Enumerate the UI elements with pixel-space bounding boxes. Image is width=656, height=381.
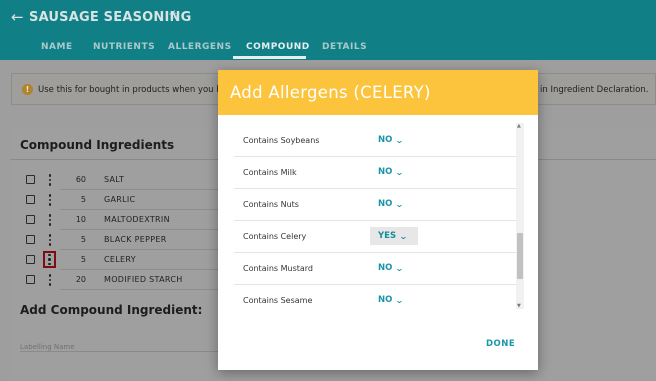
ingredient-row: 5 CELERY — [20, 250, 235, 270]
tab-compound[interactable]: COMPOUND — [246, 42, 310, 52]
ingredient-name: SALT — [104, 175, 125, 184]
chevron-down-icon: ⌄ — [395, 199, 405, 209]
ingredient-name: MALTODEXTRIN — [104, 215, 170, 224]
allergen-select[interactable]: NO ⌄ — [370, 131, 411, 149]
allergen-row-mustard: Contains Mustard NO ⌄ — [234, 253, 516, 285]
allergen-select[interactable]: NO ⌄ — [370, 291, 411, 309]
compound-ingredients-title: Compound Ingredients — [20, 138, 175, 152]
tab-allergens[interactable]: ALLERGENS — [168, 42, 232, 52]
allergen-label: Contains Mustard — [243, 264, 313, 273]
ingredient-name: BLACK PEPPER — [104, 235, 167, 244]
back-arrow-icon[interactable]: ← — [11, 9, 24, 25]
dialog-body: Contains Soybeans NO ⌄ Contains Milk NO ⌄ … — [218, 115, 538, 315]
chevron-down-icon: ⌄ — [395, 263, 405, 273]
tab-details[interactable]: DETAILS — [322, 42, 367, 52]
row-checkbox[interactable] — [26, 235, 35, 244]
allergen-label: Contains Soybeans — [243, 136, 320, 145]
allergen-label: Contains Celery — [243, 232, 307, 241]
row-menu-icon-selected[interactable] — [43, 251, 56, 268]
allergen-label: Contains Nuts — [243, 200, 299, 209]
dialog-header: Add Allergens (CELERY) — [218, 70, 538, 115]
allergen-value-text: NO — [378, 295, 393, 305]
ingredient-row: 10 MALTODEXTRIN — [20, 210, 235, 230]
add-allergens-dialog: Add Allergens (CELERY) Contains Soybeans… — [218, 70, 538, 370]
ingredient-qty: 60 — [75, 175, 86, 184]
allergen-value-text: NO — [378, 167, 393, 177]
info-icon: ! — [22, 84, 33, 95]
allergen-label: Contains Sesame — [243, 296, 313, 305]
row-menu-icon[interactable] — [45, 173, 55, 187]
row-checkbox[interactable] — [26, 175, 35, 184]
ingredient-qty: 5 — [80, 255, 86, 264]
ingredient-qty: 10 — [75, 215, 86, 224]
row-menu-icon[interactable] — [45, 213, 55, 227]
tab-name[interactable]: NAME — [41, 42, 73, 52]
scroll-up-arrow-icon[interactable]: ▲ — [517, 123, 521, 129]
chevron-down-icon: ⌄ — [395, 167, 405, 177]
dialog-scrollbar[interactable]: ▲ ▼ — [516, 123, 524, 309]
allergen-row-nuts: Contains Nuts NO ⌄ — [234, 189, 516, 221]
ingredient-row: 20 MODIFIED STARCH — [20, 270, 235, 290]
banner-text-end: in Ingredient Declaration. — [540, 85, 649, 95]
ingredient-row: 5 BLACK PEPPER — [20, 230, 235, 250]
allergen-select[interactable]: YES ⌄ — [370, 227, 418, 245]
row-checkbox[interactable] — [26, 275, 35, 284]
labelling-name-field — [20, 334, 218, 352]
star-icon[interactable]: ☆ — [168, 8, 181, 24]
done-button[interactable]: DONE — [486, 339, 515, 349]
allergen-row-sesame: Contains Sesame NO ⌄ — [234, 285, 516, 315]
banner-text: Use this for bought in products when you… — [38, 85, 227, 95]
chevron-down-icon: ⌄ — [395, 295, 405, 305]
allergen-value-text: NO — [378, 263, 393, 273]
add-compound-title: Add Compound Ingredient: — [20, 303, 203, 317]
ingredient-qty: 5 — [80, 235, 86, 244]
ingredient-name: CELERY — [104, 255, 136, 264]
row-menu-icon[interactable] — [45, 273, 55, 287]
dialog-title: Add Allergens (CELERY) — [230, 83, 431, 102]
scroll-down-arrow-icon[interactable]: ▼ — [517, 303, 521, 309]
allergen-select[interactable]: NO ⌄ — [370, 163, 411, 181]
chevron-down-icon: ⌄ — [399, 231, 408, 241]
chevron-down-icon: ⌄ — [395, 135, 405, 145]
allergen-value-text: YES — [378, 231, 397, 241]
ingredient-name: GARLIC — [104, 195, 136, 204]
labelling-name-input[interactable] — [20, 339, 218, 351]
row-divider — [60, 289, 235, 290]
ingredient-qty: 20 — [75, 275, 86, 284]
ingredient-qty: 5 — [80, 195, 86, 204]
allergen-label: Contains Milk — [243, 168, 297, 177]
app-header: ← SAUSAGE SEASONING ☆ NAME NUTRIENTS ALL… — [0, 0, 656, 60]
ingredient-row: 60 SALT — [20, 170, 235, 190]
scroll-thumb[interactable] — [517, 233, 523, 279]
row-menu-icon[interactable] — [45, 193, 55, 207]
allergen-select[interactable]: NO ⌄ — [370, 195, 411, 213]
ingredient-name: MODIFIED STARCH — [104, 275, 183, 284]
allergen-row-soybeans: Contains Soybeans NO ⌄ — [234, 125, 516, 157]
tab-bar: NAME NUTRIENTS ALLERGENS COMPOUND DETAIL… — [0, 36, 656, 60]
row-checkbox[interactable] — [26, 215, 35, 224]
ingredient-row: 5 GARLIC — [20, 190, 235, 210]
row-checkbox[interactable] — [26, 255, 35, 264]
tab-nutrients[interactable]: NUTRIENTS — [93, 42, 155, 52]
allergen-value-text: NO — [378, 199, 393, 209]
allergen-row-celery: Contains Celery YES ⌄ — [234, 221, 516, 253]
allergen-select[interactable]: NO ⌄ — [370, 259, 411, 277]
allergen-value-text: NO — [378, 135, 393, 145]
allergen-row-milk: Contains Milk NO ⌄ — [234, 157, 516, 189]
active-tab-indicator — [233, 56, 306, 59]
row-menu-icon[interactable] — [45, 233, 55, 247]
row-checkbox[interactable] — [26, 195, 35, 204]
